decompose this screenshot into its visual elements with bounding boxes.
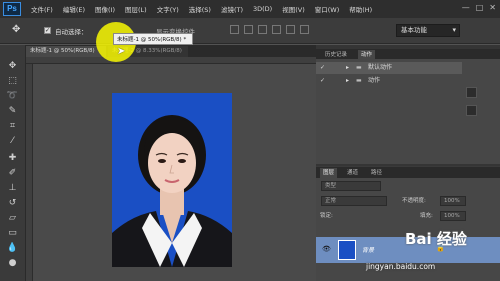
layers-panel-header: 图层 通道 路径 [316,167,500,178]
expand-arrow-icon[interactable]: ▸ [346,75,349,87]
layer-thumbnail [338,240,356,260]
ruler-vertical [26,64,33,281]
eyedropper-tool-icon[interactable]: ⁄ [6,136,19,147]
blur-tool-icon[interactable]: 💧 [6,243,19,254]
folder-icon: ▬ [356,64,362,71]
crop-tool-icon[interactable]: ⌗ [6,121,19,132]
menu-select[interactable]: 选择(S) [189,4,211,14]
lock-label: 锁定: [320,213,333,219]
align-icons [230,25,309,34]
brush-tool-icon[interactable]: ✐ [6,168,19,179]
menu-file[interactable]: 文件(F) [31,4,53,14]
layer-kind-filter[interactable]: 类型 [321,181,381,191]
lasso-tool-icon[interactable]: ➰ [6,91,19,102]
menu-edit[interactable]: 编辑(E) [63,4,85,14]
marquee-tool-icon[interactable]: ⬚ [6,76,19,87]
blend-mode-select[interactable]: 正常 [321,196,387,206]
align-top-icon[interactable] [230,25,239,34]
menu-image[interactable]: 图像(I) [95,4,115,14]
menu-view[interactable]: 视图(V) [282,4,305,14]
eye-icon[interactable]: 👁 [322,245,331,253]
action-set-default[interactable]: ✓ ▸ ▬ 默认动作 [316,62,462,74]
properties-icon[interactable] [466,87,477,98]
quick-select-tool-icon[interactable]: ✎ [6,106,19,117]
move-tool-icon[interactable]: ✥ [12,24,20,35]
menu-help[interactable]: 帮助(H) [349,4,372,14]
auto-select-checkbox[interactable]: ✓ [44,27,51,34]
tools-panel: ✥ ⬚ ➰ ✎ ⌗ ⁄ ✚ ✐ ⊥ ↺ ▱ ▭ 💧 ● [0,45,26,281]
menu-layer[interactable]: 图层(L) [125,4,147,14]
action-label: 默认动作 [368,64,393,71]
maximize-button[interactable]: □ [476,3,484,12]
portrait-image [112,93,232,267]
align-right-icon[interactable] [300,25,309,34]
action-label: 动作 [368,77,381,84]
tab-channels[interactable]: 通道 [344,168,361,178]
healing-tool-icon[interactable]: ✚ [6,153,19,164]
align-left-icon[interactable] [272,25,281,34]
watermark-url: jingyan.baidu.com [366,262,436,271]
tab-document-1[interactable]: 未标题-1 @ 50%(RGB/8) [26,46,106,57]
action-set-actions[interactable]: ✓ ▸ ▬ 动作 [316,75,462,87]
minimize-button[interactable]: — [462,3,470,12]
watermark-logo: Bai 经验 [405,230,467,248]
menu-bar: Ps 文件(F) 编辑(E) 图像(I) 图层(L) 文字(Y) 选择(S) 滤… [0,0,500,18]
window-controls: — □ ✕ [462,3,496,12]
tab-layers[interactable]: 图层 [320,168,338,178]
workspace-select[interactable]: 基本功能 [396,24,460,37]
ruler-horizontal [26,57,316,64]
auto-select-label: 自动选择： [55,28,88,36]
photoshop-window: Ps 文件(F) 编辑(E) 图像(I) 图层(L) 文字(Y) 选择(S) 滤… [0,0,500,281]
tab-tooltip: 未标题-1 @ 50%(RGB/8) * [113,33,193,45]
menu-3d[interactable]: 3D(D) [253,5,272,13]
portrait-photo[interactable] [112,93,232,267]
align-middle-icon[interactable] [244,25,253,34]
opacity-field[interactable]: 100% [440,196,466,206]
layer-name[interactable]: 背景 [362,245,374,254]
close-button[interactable]: ✕ [489,3,496,12]
mouse-cursor-icon: ➤ [117,46,126,57]
fill-field[interactable]: 100% [440,211,466,221]
menu-window[interactable]: 窗口(W) [315,4,340,14]
ps-logo: Ps [3,2,21,16]
check-icon[interactable]: ✓ [320,62,325,74]
dodge-tool-icon[interactable]: ● [6,258,19,269]
check-icon[interactable]: ✓ [320,75,325,87]
clone-stamp-tool-icon[interactable]: ⊥ [6,183,19,194]
menu-type[interactable]: 文字(Y) [157,4,179,14]
adjustments-icon[interactable] [466,105,477,116]
document-tabs: 未标题-1 @ 50%(RGB/8) 未标题-2 @ 8.33%(RGB/8) [26,45,316,57]
fill-label: 填充: [420,213,433,219]
actions-panel: ✓ ▸ ▬ 默认动作 ✓ ▸ ▬ 动作 [316,59,500,176]
options-bar: ✥ ✓ 自动选择： 显示变换控件 基本功能 [0,18,500,44]
eraser-tool-icon[interactable]: ▱ [6,213,19,224]
folder-icon: ▬ [356,77,362,84]
tab-paths[interactable]: 路径 [368,168,385,178]
align-bottom-icon[interactable] [258,25,267,34]
history-brush-tool-icon[interactable]: ↺ [6,198,19,209]
panel-side-icons [466,87,477,116]
expand-arrow-icon[interactable]: ▸ [346,62,349,74]
align-center-icon[interactable] [286,25,295,34]
gradient-tool-icon[interactable]: ▭ [6,228,19,239]
menu-filter[interactable]: 滤镜(T) [221,4,243,14]
opacity-label: 不透明度: [402,198,426,204]
move-tool-icon[interactable]: ✥ [6,61,19,72]
